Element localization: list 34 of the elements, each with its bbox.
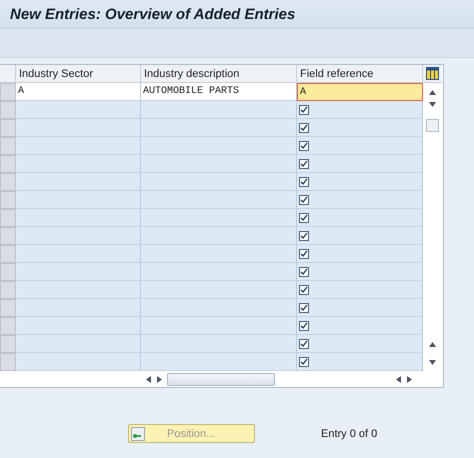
checkbox[interactable] bbox=[299, 158, 309, 168]
entry-count: Entry 0 of 0 bbox=[321, 428, 378, 440]
scroll-up-icon[interactable] bbox=[429, 88, 436, 96]
table-cell: A bbox=[16, 83, 141, 101]
input-field[interactable]: A bbox=[297, 83, 423, 101]
checkbox[interactable] bbox=[299, 248, 309, 258]
checkbox[interactable] bbox=[299, 356, 309, 366]
checkbox[interactable] bbox=[299, 212, 309, 222]
scroll-right-icon[interactable] bbox=[406, 376, 413, 382]
checkbox[interactable] bbox=[299, 320, 309, 330]
column-header[interactable]: Field reference bbox=[297, 65, 423, 83]
checkbox[interactable] bbox=[299, 122, 309, 132]
scroll-left-icon[interactable] bbox=[395, 376, 402, 382]
scroll-down-icon[interactable] bbox=[429, 358, 436, 366]
checkbox[interactable] bbox=[299, 266, 309, 276]
window-title: New Entries: Overview of Added Entries bbox=[10, 6, 296, 22]
column-header[interactable]: Industry description bbox=[141, 65, 297, 83]
checkbox[interactable] bbox=[299, 284, 309, 294]
checkbox[interactable] bbox=[299, 176, 309, 186]
scroll-up-icon[interactable] bbox=[429, 340, 436, 348]
checkbox[interactable] bbox=[299, 140, 309, 150]
scroll-thumb[interactable] bbox=[167, 372, 275, 386]
checkbox[interactable] bbox=[299, 230, 309, 240]
table-cell: AUTOMOBILE PARTS bbox=[141, 83, 297, 101]
position-icon bbox=[131, 426, 145, 440]
checkbox[interactable] bbox=[299, 302, 309, 312]
scroll-left-icon[interactable] bbox=[145, 376, 152, 382]
column-header[interactable]: Industry Sector bbox=[16, 65, 141, 83]
checkbox[interactable] bbox=[299, 194, 309, 204]
checkbox[interactable] bbox=[299, 338, 309, 348]
scroll-thumb[interactable] bbox=[426, 119, 439, 132]
checkbox[interactable] bbox=[299, 104, 309, 114]
column-settings-icon[interactable] bbox=[426, 67, 439, 80]
scroll-right-icon[interactable] bbox=[156, 376, 163, 382]
